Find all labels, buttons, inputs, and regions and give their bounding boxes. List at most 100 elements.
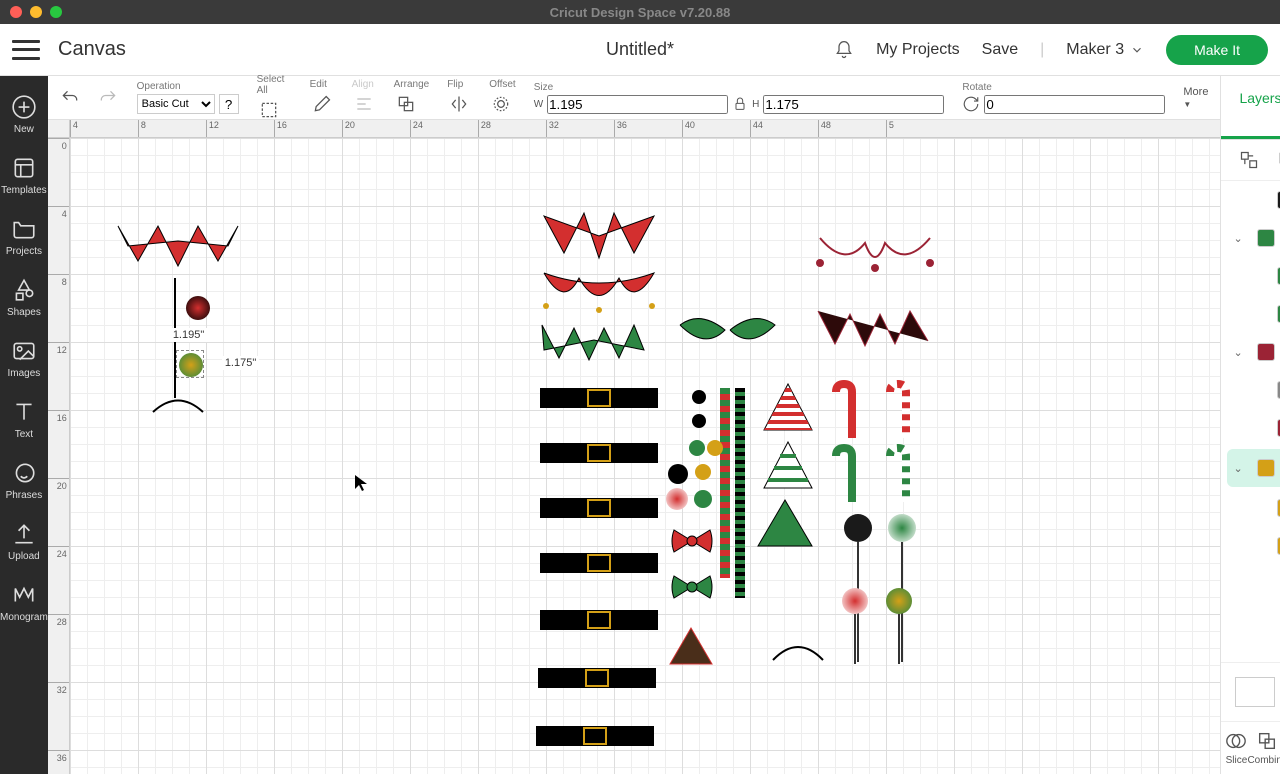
slice-button[interactable]: Slice [1225, 730, 1247, 766]
minimize-window-button[interactable] [30, 6, 42, 18]
operation-select[interactable]: Basic Cut [137, 94, 215, 114]
design-candy-green-2[interactable] [882, 444, 912, 506]
design-swirl-selected[interactable] [179, 353, 203, 377]
design-button-2[interactable] [692, 414, 706, 428]
design-collar-red-round[interactable] [534, 268, 664, 313]
maximize-window-button[interactable] [50, 6, 62, 18]
design-belt-7[interactable] [536, 726, 654, 746]
design-belt-3[interactable] [540, 498, 658, 518]
design-belt-6[interactable] [538, 668, 656, 688]
design-tree-red-stripe[interactable] [760, 380, 816, 436]
group-icon[interactable] [1239, 150, 1259, 170]
document-title[interactable]: Untitled* [606, 39, 674, 60]
design-tree-dark[interactable] [666, 626, 716, 668]
design-bow-red[interactable] [668, 524, 716, 558]
design-lollipop-4[interactable] [886, 588, 912, 664]
layer-group[interactable]: ⌄01_Bundle [1221, 333, 1280, 371]
layer-item[interactable]: 01_Bundle [1221, 257, 1280, 295]
combine-button[interactable]: Combine [1247, 730, 1280, 766]
more-group[interactable]: More▼ [1183, 86, 1208, 109]
design-belt-2[interactable] [540, 443, 658, 463]
select-all-button[interactable] [257, 98, 281, 122]
tool-images[interactable]: Images [0, 328, 48, 389]
design-button-5[interactable] [666, 488, 688, 510]
design-tree-green-stripe[interactable] [760, 438, 816, 494]
layer-item[interactable]: 01_Bundle [1221, 409, 1280, 447]
operation-group: Operation Basic Cut ? [137, 81, 239, 114]
design-swirl-1[interactable] [186, 296, 210, 320]
design-wings-green[interactable] [675, 310, 785, 355]
design-lollipop-3[interactable] [842, 588, 868, 664]
design-base-right[interactable] [768, 638, 828, 664]
design-button-3[interactable] [689, 440, 705, 456]
layers-list[interactable]: 01_Bundle ⌄01_Bundle 01_Bundle 01_Bundle… [1221, 181, 1280, 662]
chevron-down-icon[interactable]: ⌄ [1233, 346, 1247, 359]
lock-icon[interactable] [732, 96, 748, 112]
design-button-4b[interactable] [695, 464, 711, 480]
close-window-button[interactable] [10, 6, 22, 18]
machine-selector[interactable]: Maker 3 [1066, 41, 1144, 59]
design-belt-5[interactable] [540, 610, 658, 630]
design-button-6[interactable] [694, 490, 712, 508]
layer-item[interactable]: 01_Bundle [1221, 371, 1280, 409]
layer-swatch [1257, 229, 1275, 247]
design-candy-green-1[interactable] [828, 444, 858, 506]
design-bow-green[interactable] [668, 570, 716, 604]
tool-shapes[interactable]: Shapes [0, 267, 48, 328]
chevron-down-icon[interactable]: ⌄ [1233, 462, 1247, 475]
layer-item[interactable]: 01_Bundle [1221, 527, 1280, 565]
chevron-down-icon[interactable]: ⌄ [1233, 232, 1247, 245]
flip-button[interactable] [447, 92, 471, 116]
tool-templates[interactable]: Templates [0, 145, 48, 206]
design-tree-green-solid[interactable] [752, 496, 818, 552]
design-collar-green[interactable] [534, 320, 654, 365]
tool-text[interactable]: Text [0, 389, 48, 450]
ruler-corner [48, 120, 70, 138]
design-candy-red-2[interactable] [882, 380, 912, 442]
design-stripe-v-2[interactable] [735, 388, 745, 598]
tool-upload[interactable]: Upload [0, 511, 48, 572]
rotate-input[interactable] [984, 95, 1165, 114]
blank-canvas-row[interactable]: Blank Canvas [1221, 662, 1280, 721]
offset-button[interactable] [489, 92, 513, 116]
my-projects-link[interactable]: My Projects [876, 41, 960, 59]
redo-button[interactable] [98, 86, 118, 110]
tool-phrases[interactable]: Phrases [0, 450, 48, 511]
layer-swatch [1257, 343, 1275, 361]
design-button-4[interactable] [668, 464, 688, 484]
edit-button[interactable] [310, 92, 334, 116]
design-base-1[interactable] [148, 394, 208, 416]
layer-item[interactable]: 01_Bundle [1221, 489, 1280, 527]
save-button[interactable]: Save [982, 41, 1018, 59]
chevron-down-icon [1130, 43, 1144, 57]
design-collar-striped-1[interactable] [810, 233, 940, 273]
design-collar-striped-2[interactable] [810, 306, 940, 351]
design-belt-1[interactable] [540, 388, 658, 408]
tool-projects[interactable]: Projects [0, 206, 48, 267]
make-it-button[interactable]: Make It [1166, 35, 1268, 65]
design-button-1[interactable] [692, 390, 706, 404]
tool-monogram[interactable]: Monogram [0, 572, 48, 633]
canvas[interactable]: 48121620242832364044485 0481216202428323… [48, 120, 1221, 774]
layers-panel: Layers Color Sync 01_Bundle ⌄01_Bundle 0… [1220, 76, 1280, 774]
design-candy-red-1[interactable] [828, 380, 858, 442]
menu-button[interactable] [12, 40, 40, 60]
height-input[interactable] [763, 95, 944, 114]
design-button-3b[interactable] [707, 440, 723, 456]
notifications-icon[interactable] [834, 40, 854, 60]
layer-item[interactable]: 01_Bundle [1221, 181, 1280, 219]
undo-button[interactable] [60, 86, 80, 110]
tab-layers[interactable]: Layers [1221, 76, 1280, 139]
design-stripe-v-1[interactable] [720, 388, 730, 578]
layer-item[interactable]: 01_Bundle [1221, 295, 1280, 333]
tool-new[interactable]: New [0, 84, 48, 145]
design-collar-red-pointy[interactable] [534, 208, 664, 263]
layer-group-selected[interactable]: ⌄01_Bundle [1227, 449, 1280, 487]
layer-group[interactable]: ⌄01_Bundle [1221, 219, 1280, 257]
images-icon [11, 338, 37, 364]
operation-help-button[interactable]: ? [219, 94, 239, 114]
design-collar-1[interactable] [108, 216, 248, 276]
design-belt-4[interactable] [540, 553, 658, 573]
width-input[interactable] [547, 95, 728, 114]
arrange-button[interactable] [394, 92, 418, 116]
